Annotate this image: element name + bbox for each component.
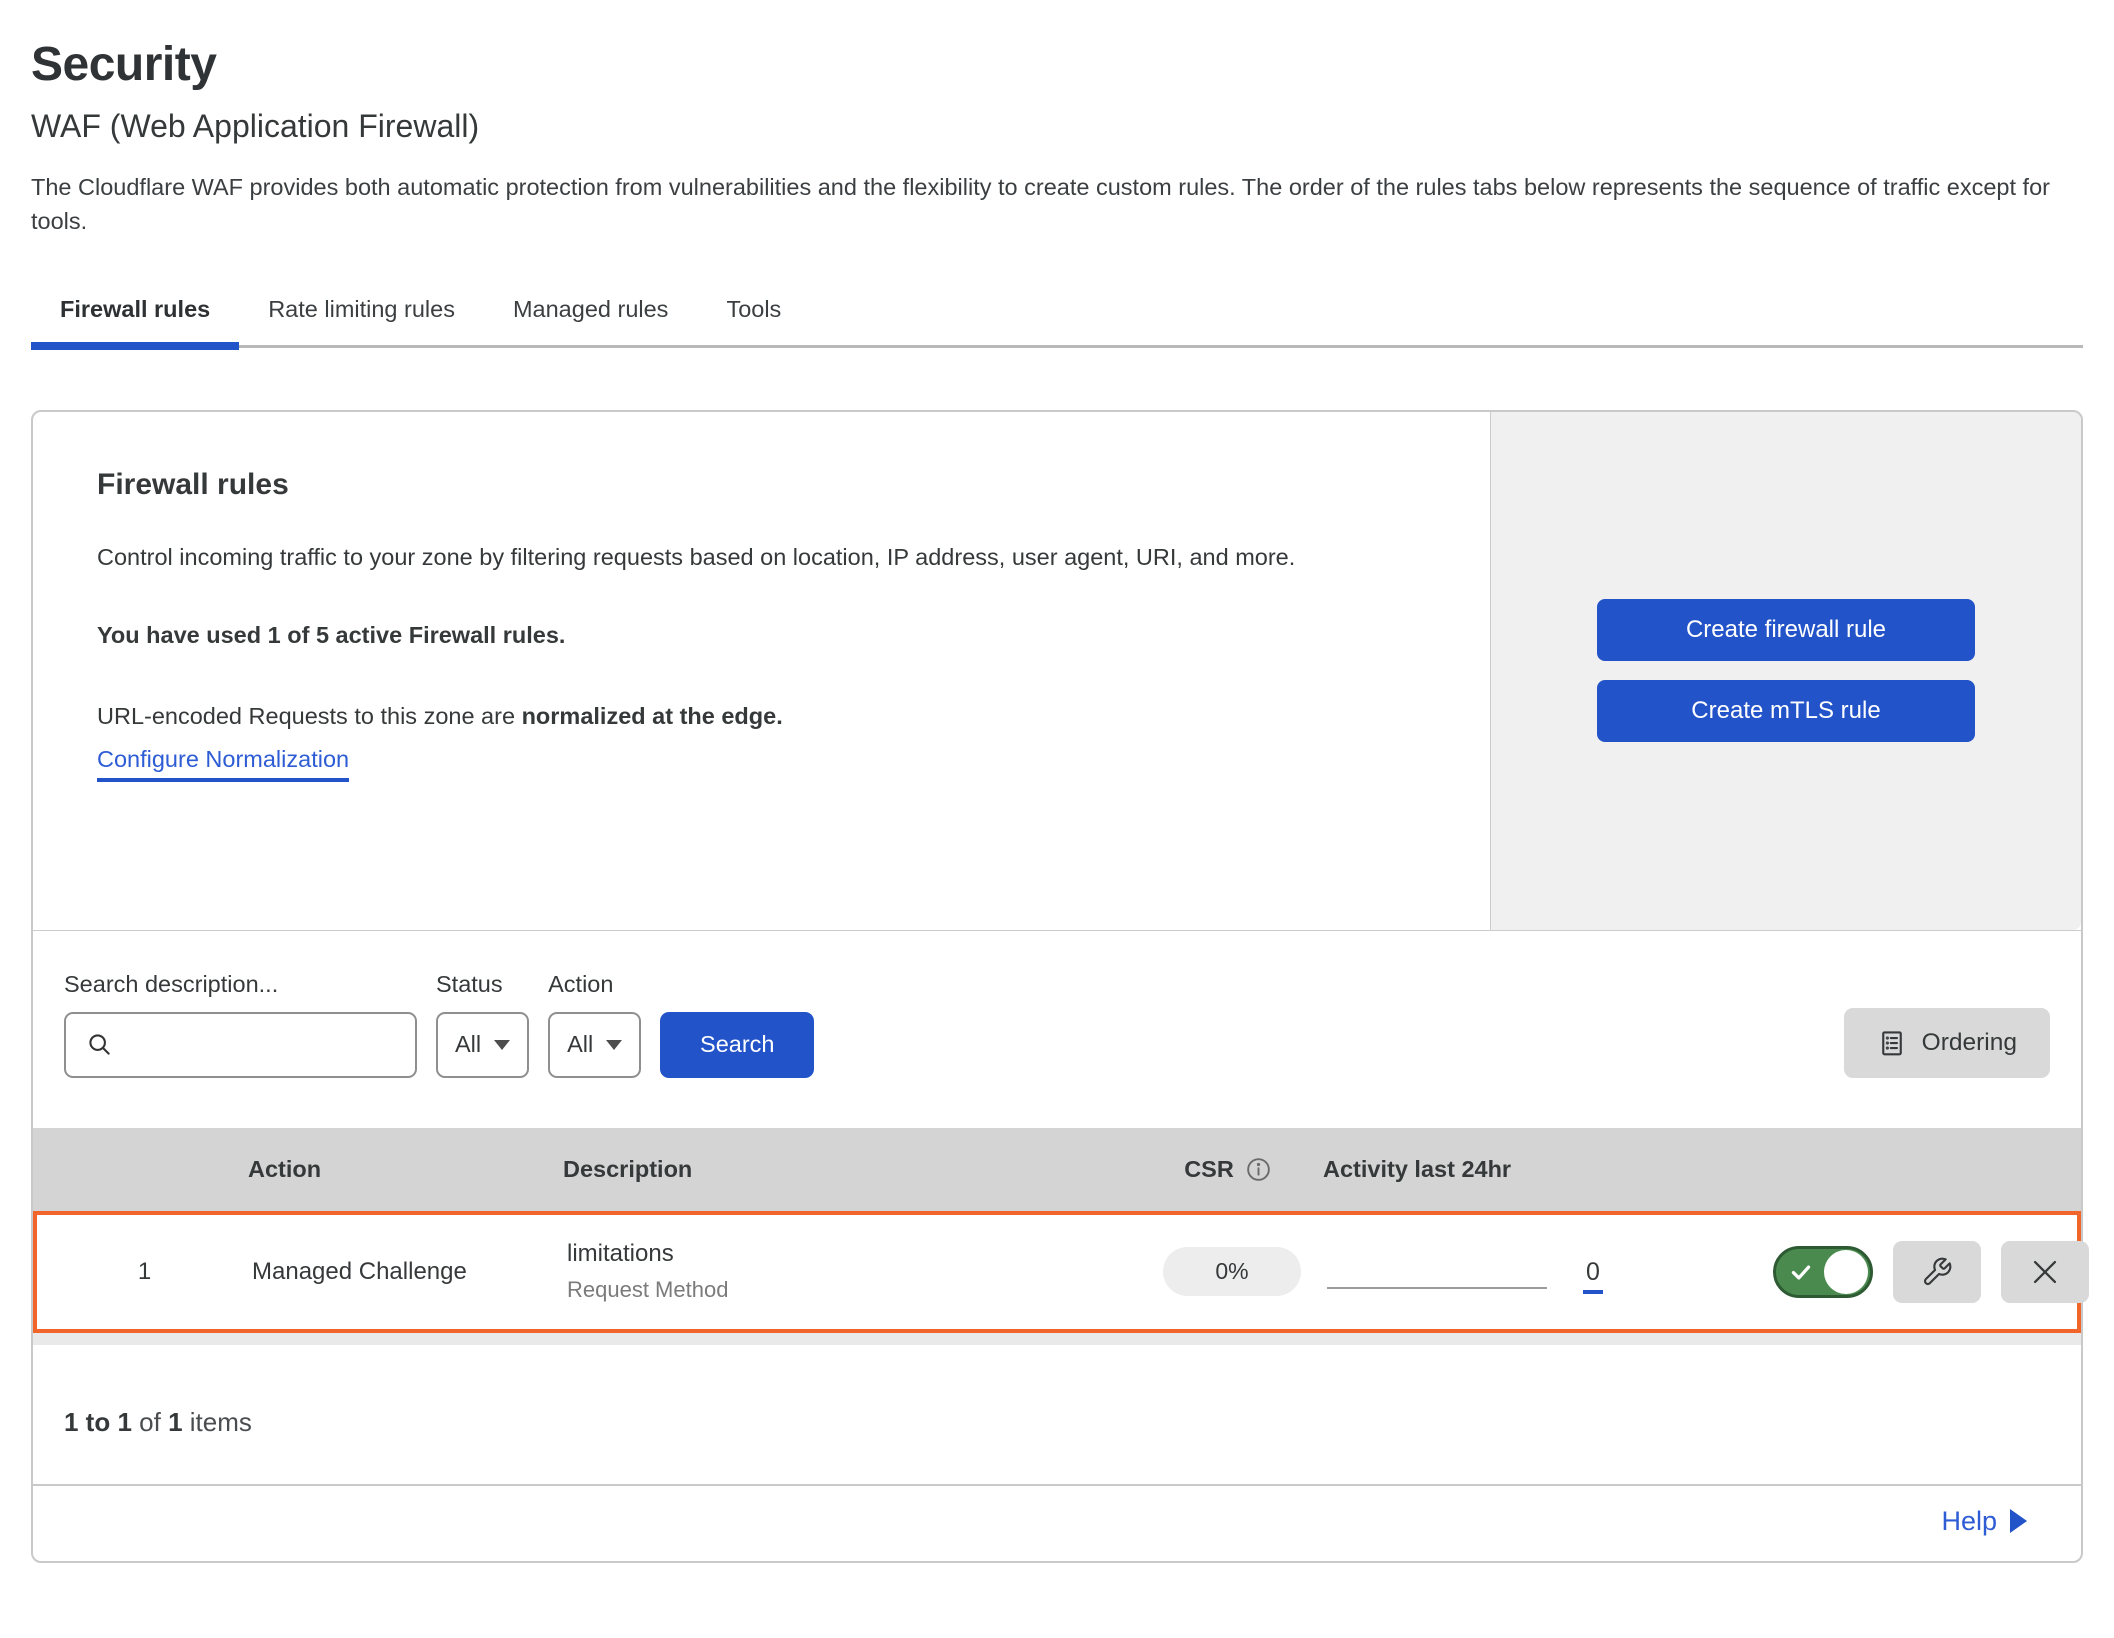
action-group: Action All: [548, 971, 641, 1078]
rules-tabs: Firewall rules Rate limiting rules Manag…: [31, 284, 2083, 348]
action-label: Action: [548, 971, 641, 998]
firewall-rules-info-section: Firewall rules Control incoming traffic …: [33, 412, 2081, 930]
table-bottom-strip: [33, 1333, 2081, 1345]
rule-enabled-toggle[interactable]: [1773, 1246, 1873, 1298]
activity-count-link[interactable]: 0: [1583, 1258, 1603, 1294]
rule-controls: [1737, 1241, 2089, 1303]
status-filter-value: All: [455, 1031, 481, 1058]
action-filter[interactable]: All: [548, 1012, 641, 1078]
pagination-items: items: [190, 1407, 252, 1437]
close-icon: [2028, 1255, 2062, 1289]
search-group: Search description...: [64, 971, 417, 1078]
pagination-summary: 1 to 1 of 1 items: [33, 1345, 2081, 1484]
arrow-right-icon: [2010, 1509, 2027, 1533]
waf-security-page: Security WAF (Web Application Firewall) …: [0, 0, 2114, 1563]
rule-description-cell: limitations Request Method: [567, 1240, 1137, 1303]
create-firewall-rule-button[interactable]: Create firewall rule: [1597, 599, 1975, 661]
rule-description-sub: Request Method: [567, 1277, 1137, 1303]
help-link-label: Help: [1941, 1506, 1997, 1537]
tab-rate-limiting-rules[interactable]: Rate limiting rules: [239, 284, 484, 345]
page-title: Security: [31, 30, 2083, 100]
search-label: Search description...: [64, 971, 417, 998]
header-action: Action: [248, 1156, 563, 1183]
header-activity: Activity last 24hr: [1323, 1156, 1733, 1183]
search-icon: [86, 1031, 114, 1059]
info-icon[interactable]: [1245, 1156, 1272, 1183]
toggle-knob: [1824, 1250, 1868, 1294]
chevron-down-icon: [606, 1040, 622, 1050]
page-subtitle: WAF (Web Application Firewall): [31, 102, 2083, 150]
ordering-list-icon: [1877, 1028, 1907, 1058]
ordering-button[interactable]: Ordering: [1844, 1008, 2050, 1078]
status-filter[interactable]: All: [436, 1012, 529, 1078]
firewall-rules-card: Firewall rules Control incoming traffic …: [31, 410, 2083, 1563]
tab-tools[interactable]: Tools: [697, 284, 810, 345]
tab-firewall-rules[interactable]: Firewall rules: [31, 284, 239, 345]
status-group: Status All: [436, 971, 529, 1078]
pagination-range: 1 to 1: [64, 1407, 132, 1437]
pagination-total: 1: [168, 1407, 182, 1437]
search-button[interactable]: Search: [660, 1012, 814, 1078]
status-label: Status: [436, 971, 529, 998]
delete-rule-button[interactable]: [2001, 1241, 2089, 1303]
activity-sparkline: [1327, 1287, 1547, 1289]
wrench-icon: [1921, 1256, 1953, 1288]
edit-rule-button[interactable]: [1893, 1241, 1981, 1303]
create-mtls-rule-button[interactable]: Create mTLS rule: [1597, 680, 1975, 742]
check-icon: [1788, 1259, 1814, 1285]
normalization-bold: normalized at the edge.: [522, 703, 783, 729]
help-link[interactable]: Help: [1941, 1506, 2027, 1537]
info-normalization: URL-encoded Requests to this zone are no…: [97, 703, 1426, 730]
filters-bar: Search description... Status All: [33, 930, 2081, 1128]
help-row: Help: [33, 1484, 2081, 1561]
rule-priority: 1: [37, 1258, 252, 1286]
actions-panel: Create firewall rule Create mTLS rule: [1490, 412, 2081, 930]
table-header: Action Description CSR Activity last 24h…: [33, 1128, 2081, 1211]
pagination-of: of: [139, 1407, 161, 1437]
rule-action: Managed Challenge: [252, 1258, 567, 1286]
csr-badge: 0%: [1163, 1247, 1301, 1296]
search-input-box[interactable]: [64, 1012, 417, 1078]
normalization-text: URL-encoded Requests to this zone are: [97, 703, 515, 729]
search-input[interactable]: [126, 1031, 422, 1058]
rule-activity-cell: 0: [1327, 1254, 1737, 1290]
header-csr-label: CSR: [1184, 1156, 1234, 1183]
info-usage: You have used 1 of 5 active Firewall rul…: [97, 622, 1426, 649]
header-description: Description: [563, 1156, 1133, 1183]
info-heading: Firewall rules: [97, 468, 1426, 502]
action-filter-value: All: [567, 1031, 593, 1058]
page-description: The Cloudflare WAF provides both automat…: [31, 170, 2051, 238]
tab-managed-rules[interactable]: Managed rules: [484, 284, 697, 345]
header-csr: CSR: [1133, 1156, 1323, 1183]
chevron-down-icon: [494, 1040, 510, 1050]
firewall-rules-info-text: Firewall rules Control incoming traffic …: [33, 412, 1490, 930]
info-body: Control incoming traffic to your zone by…: [97, 538, 1426, 577]
ordering-button-label: Ordering: [1922, 1029, 2017, 1057]
rule-description: limitations: [567, 1240, 1137, 1268]
firewall-rule-row[interactable]: 1 Managed Challenge limitations Request …: [33, 1211, 2081, 1333]
configure-normalization-link[interactable]: Configure Normalization: [97, 746, 349, 782]
rule-csr-cell: 0%: [1137, 1247, 1327, 1296]
